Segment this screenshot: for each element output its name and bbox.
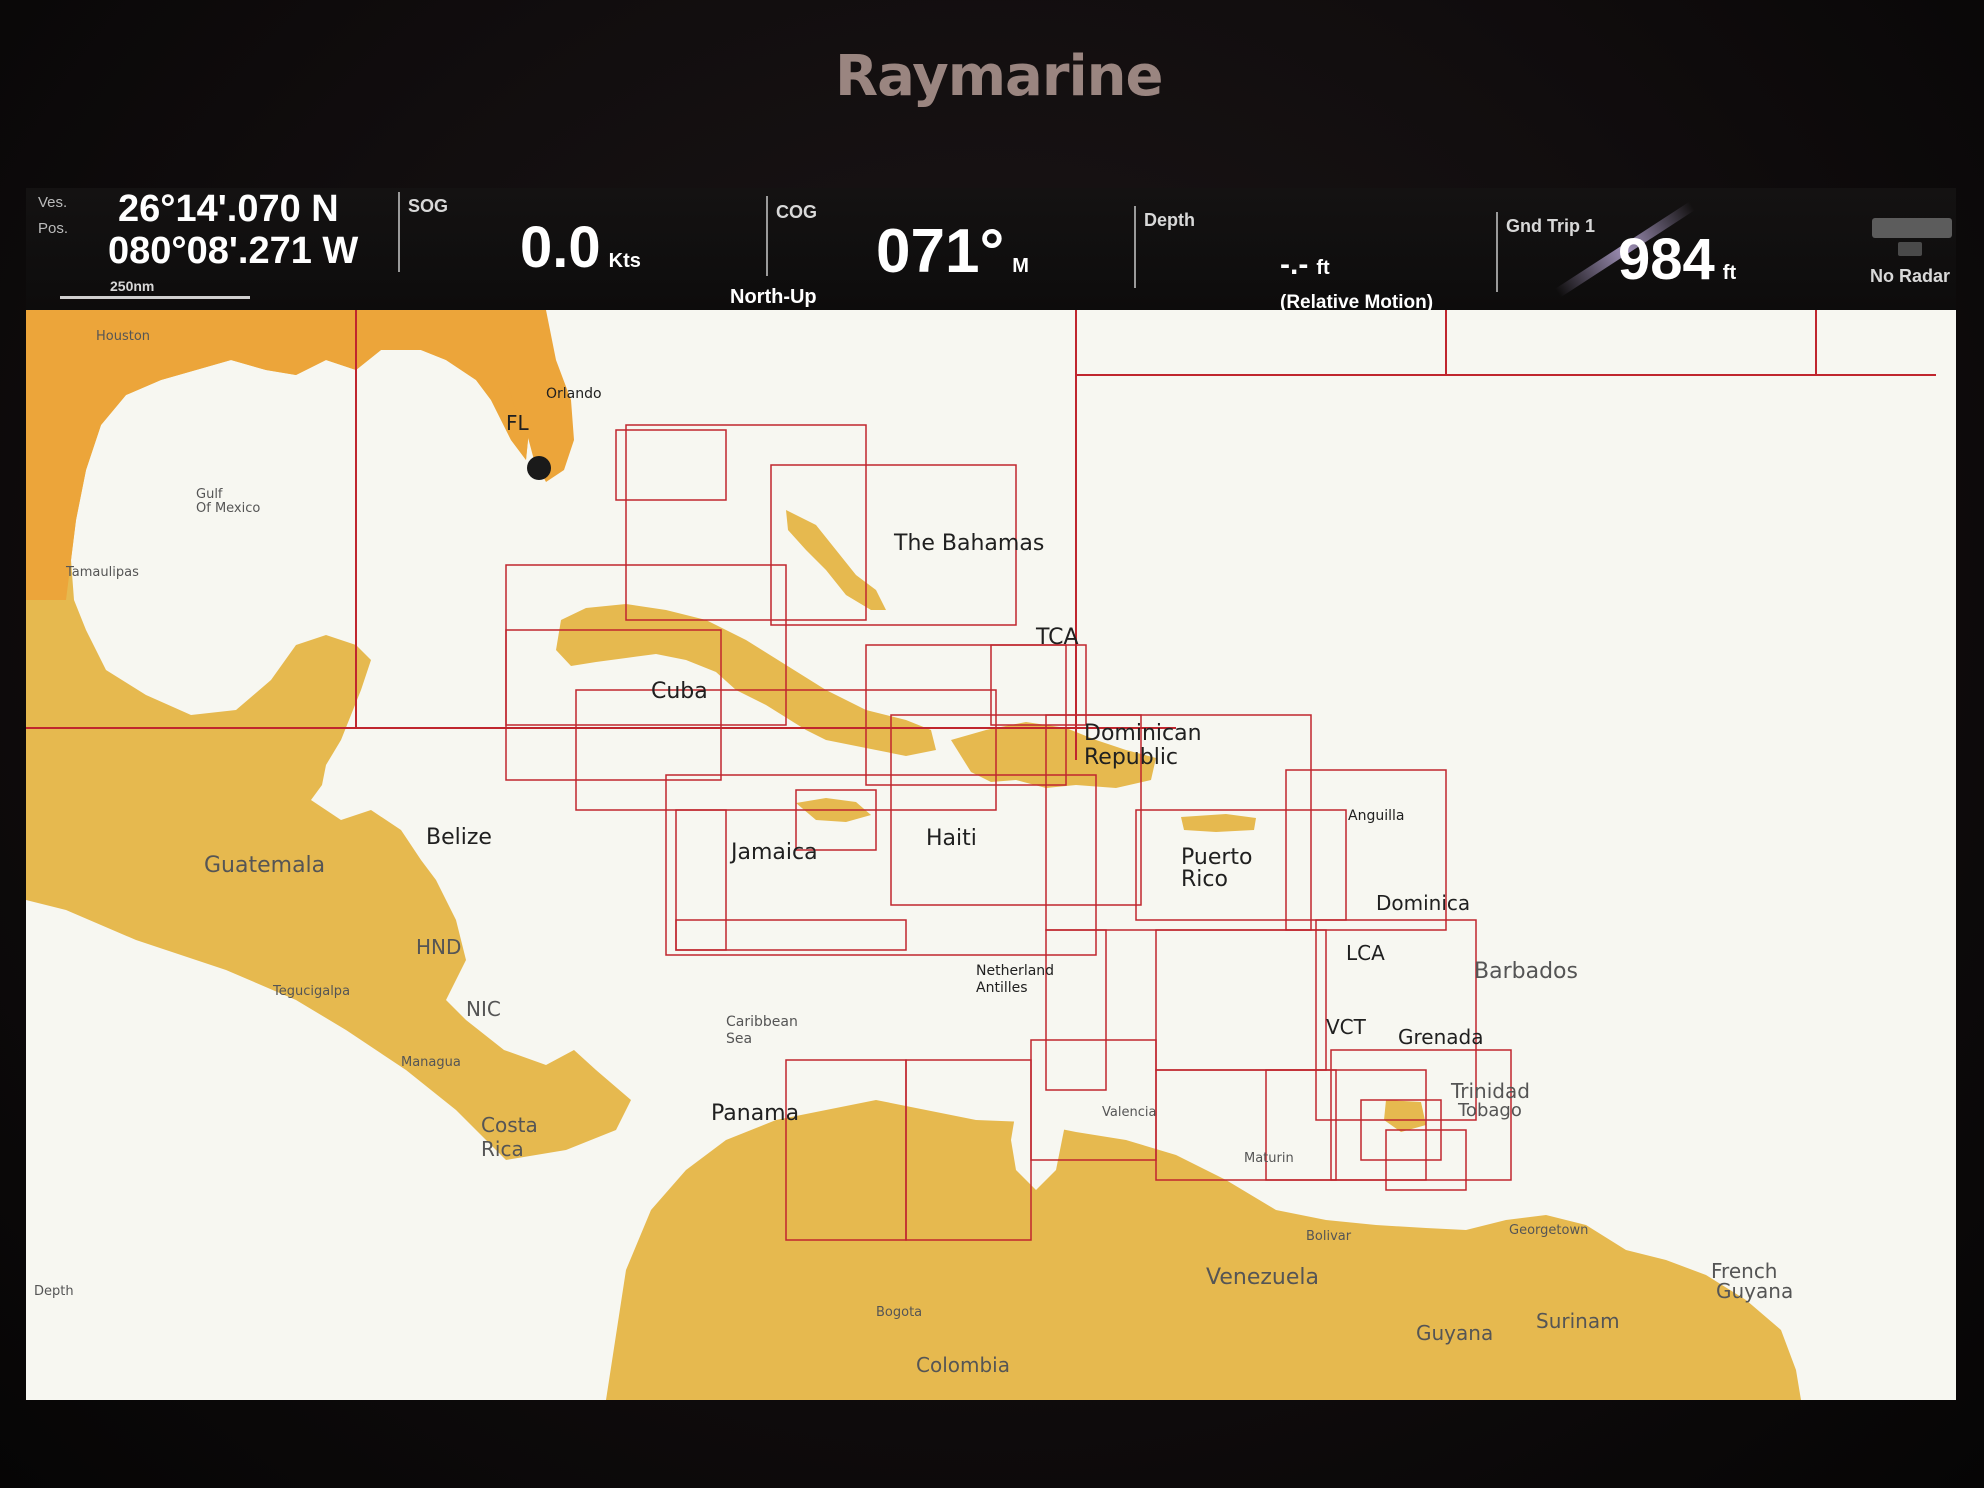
label-gulf-2: Of Mexico	[196, 501, 260, 516]
ground-trip-value: 984 ft	[1618, 226, 1736, 293]
label-cuba: Cuba	[651, 679, 708, 704]
cog-value: 071° M	[876, 216, 1029, 287]
sog-unit: Kts	[608, 250, 641, 272]
label-jamaica: Jamaica	[729, 840, 818, 865]
label-haiti: Haiti	[926, 826, 977, 851]
label-gulf: Gulf	[196, 487, 223, 502]
label-fl: FL	[506, 411, 530, 435]
sog-value: 0.0 Kts	[520, 214, 641, 281]
label-caribbean: Caribbean	[726, 1014, 798, 1030]
scale-bar	[60, 296, 250, 299]
label-georgetown: Georgetown	[1509, 1223, 1588, 1238]
label-costa-rica: Costa	[481, 1113, 538, 1137]
ground-trip-label: Gnd Trip 1	[1506, 216, 1596, 236]
label-hnd: HND	[416, 935, 461, 959]
chart-map[interactable]: Houston Orlando FL Gulf Of Mexico Tamaul…	[26, 310, 1956, 1400]
land-puerto-rico	[1181, 814, 1256, 832]
label-orlando: Orlando	[546, 386, 602, 402]
longitude-value: 080°08'.271 W	[108, 230, 359, 272]
label-guatemala: Guatemala	[204, 853, 325, 878]
label-dominican: Dominican	[1084, 721, 1202, 746]
label-surinam: Surinam	[1536, 1309, 1620, 1333]
orientation-mode-label[interactable]: North-Up	[730, 286, 817, 309]
ground-trip-cell[interactable]: Gnd Trip 1 984 ft	[1498, 188, 1798, 310]
radar-status[interactable]: No Radar	[1856, 218, 1956, 298]
label-belize: Belize	[426, 825, 492, 850]
cog-label: COG	[776, 202, 818, 222]
label-dominican-2: Republic	[1084, 745, 1178, 770]
label-bogota: Bogota	[876, 1305, 922, 1320]
data-bar: Ves. Pos. 26°14'.070 N 080°08'.271 W 250…	[26, 188, 1956, 313]
depth-cell[interactable]: Depth -.- ft (Relative Motion)	[1136, 188, 1516, 313]
vessel-position-icon[interactable]	[527, 456, 551, 480]
depth-unit: ft	[1316, 257, 1330, 279]
label-anguilla: Anguilla	[1348, 808, 1404, 824]
label-venezuela: Venezuela	[1206, 1265, 1319, 1290]
cog-unit: M	[1012, 255, 1029, 277]
depth-value: -.- ft	[1280, 248, 1330, 282]
depth-label: Depth	[1144, 210, 1195, 230]
radar-status-label: No Radar	[1870, 266, 1951, 286]
sog-label: SOG	[408, 196, 449, 216]
cog-cell[interactable]: COG 071° M North-Up	[730, 188, 1158, 310]
label-maturin: Maturin	[1244, 1151, 1294, 1166]
label-tca: TCA	[1035, 625, 1079, 650]
radar-icon	[1872, 218, 1952, 238]
label-tegucigalpa: Tegucigalpa	[272, 984, 350, 999]
vessel-position-label: Ves.	[38, 194, 68, 211]
scale-label: 250nm	[110, 278, 155, 294]
label-lca: LCA	[1346, 941, 1385, 965]
label-houston: Houston	[96, 329, 150, 344]
chartplotter-screen: Ves. Pos. 26°14'.070 N 080°08'.271 W 250…	[26, 188, 1956, 1400]
vessel-position-label-2: Pos.	[38, 220, 69, 237]
label-depth-tag: Depth	[34, 1284, 74, 1299]
label-bahamas: The Bahamas	[893, 531, 1044, 556]
depth-number: -.-	[1280, 248, 1309, 281]
label-nic: NIC	[466, 997, 501, 1021]
ground-trip-number: 984	[1618, 227, 1715, 292]
brand-logo: Raymarine	[835, 44, 1163, 109]
label-valencia: Valencia	[1102, 1105, 1156, 1120]
label-netherland: Netherland	[976, 963, 1054, 979]
label-colombia: Colombia	[916, 1353, 1010, 1377]
label-guyana: Guyana	[1416, 1321, 1493, 1345]
radar-icon-base	[1898, 242, 1922, 256]
latitude-value: 26°14'.070 N	[118, 188, 339, 230]
label-tamaulipas: Tamaulipas	[65, 565, 139, 580]
sog-number: 0.0	[520, 215, 601, 280]
label-panama: Panama	[711, 1101, 799, 1126]
label-caribbean-2: Sea	[726, 1031, 752, 1047]
label-bolivar: Bolivar	[1306, 1229, 1352, 1244]
cog-number: 071°	[876, 217, 1005, 286]
label-netherland-2: Antilles	[976, 980, 1028, 996]
label-tobago: Tobago	[1457, 1100, 1522, 1121]
label-french-guyana-2: Guyana	[1716, 1279, 1793, 1303]
label-managua: Managua	[401, 1055, 461, 1070]
label-costa-rica-2: Rica	[481, 1137, 524, 1161]
label-dominica: Dominica	[1376, 891, 1470, 915]
label-puerto-rico-2: Rico	[1181, 867, 1228, 892]
label-grenada: Grenada	[1398, 1025, 1483, 1049]
ground-trip-unit: ft	[1722, 262, 1737, 284]
label-vct: VCT	[1326, 1015, 1367, 1039]
vessel-position-cell[interactable]: Ves. Pos. 26°14'.070 N 080°08'.271 W 250…	[26, 188, 358, 310]
chart-svg[interactable]: Houston Orlando FL Gulf Of Mexico Tamaul…	[26, 310, 1956, 1400]
label-barbados: Barbados	[1474, 959, 1578, 984]
